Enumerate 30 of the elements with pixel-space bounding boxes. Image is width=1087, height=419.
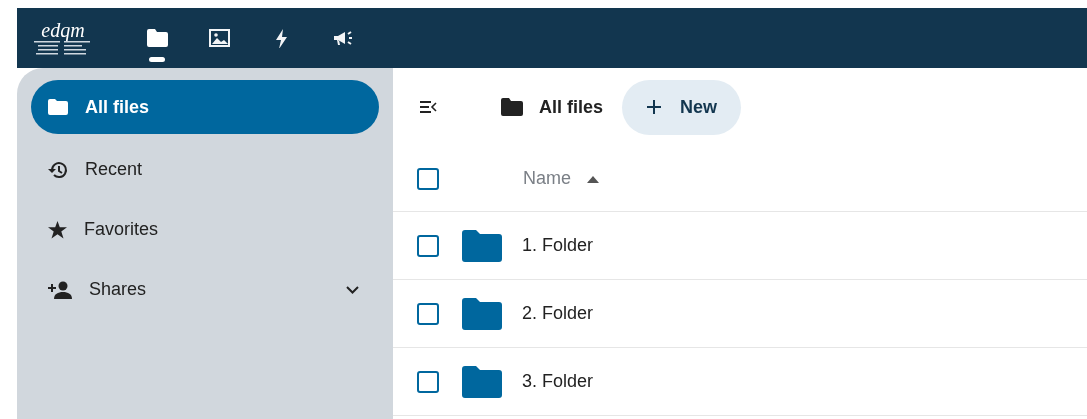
folder-icon	[462, 297, 502, 330]
checkbox[interactable]	[417, 234, 439, 257]
folder-icon	[48, 99, 68, 115]
checkbox[interactable]	[417, 167, 439, 190]
folder-icon[interactable]	[146, 28, 168, 48]
checkbox[interactable]	[417, 370, 439, 393]
logo: edqm	[28, 20, 98, 56]
plus-icon	[646, 99, 663, 115]
name-column-header[interactable]: Name	[523, 165, 599, 192]
sort-ascending-icon[interactable]	[587, 174, 599, 183]
chevron-down-icon[interactable]	[346, 285, 359, 294]
sidebar-item[interactable]: Shares	[31, 265, 379, 314]
file-name[interactable]: 3. Folder	[522, 368, 594, 395]
add-user-icon	[48, 280, 72, 299]
folder-icon	[462, 365, 502, 398]
folder-icon	[501, 98, 523, 116]
history-icon	[48, 160, 68, 179]
megaphone-icon[interactable]	[332, 28, 354, 48]
sidebar-item[interactable]: All files	[31, 80, 379, 134]
sidebar-item[interactable]: Recent	[31, 145, 379, 194]
checkbox[interactable]	[417, 302, 439, 325]
sidebar-item[interactable]: Favorites	[31, 205, 379, 254]
folder-icon	[462, 229, 502, 262]
image-icon[interactable]	[208, 28, 230, 48]
file-name[interactable]: 2. Folder	[522, 300, 594, 327]
breadcrumb[interactable]: All files	[501, 93, 604, 121]
star-icon	[48, 220, 67, 239]
new-button[interactable]: New	[622, 79, 742, 135]
toggle-sidebar-icon[interactable]	[419, 100, 437, 114]
file-name[interactable]: 1. Folder	[522, 232, 594, 259]
